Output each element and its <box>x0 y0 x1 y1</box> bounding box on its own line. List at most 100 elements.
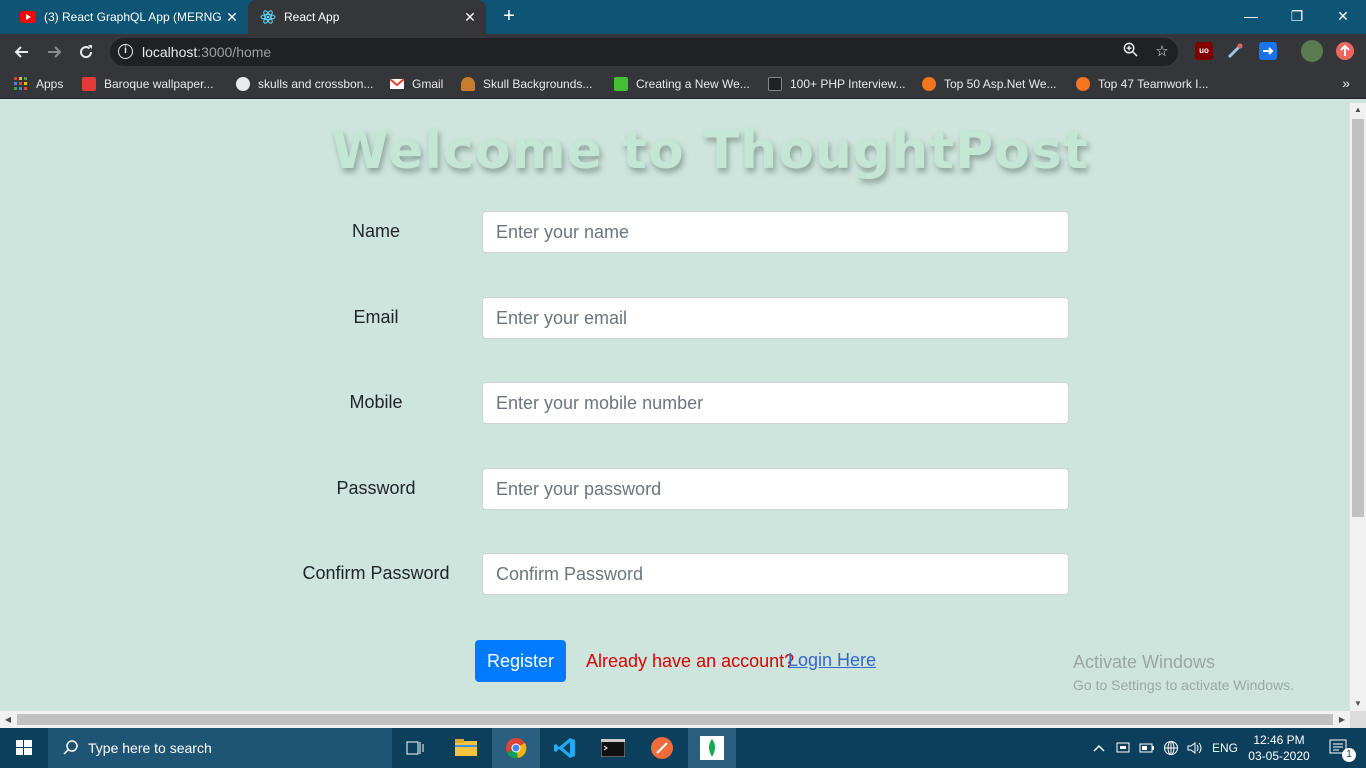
tab-youtube[interactable]: (3) React GraphQL App (MERNG) ✕ <box>0 0 248 34</box>
bookmark-label: Gmail <box>412 77 444 91</box>
volume-icon[interactable] <box>1186 728 1204 768</box>
start-button[interactable] <box>0 728 48 768</box>
watermark-title: Activate Windows <box>1073 652 1216 672</box>
scrollbar-corner <box>1350 711 1366 728</box>
horizontal-scrollbar[interactable]: ◀ ▶ <box>0 711 1350 728</box>
login-link[interactable]: Login Here <box>788 650 876 671</box>
email-input[interactable] <box>482 297 1069 339</box>
already-account-text: Already have an account? <box>586 651 795 671</box>
reload-icon[interactable] <box>73 39 99 65</box>
bookmark-label: Top 47 Teamwork I... <box>1098 77 1209 91</box>
scroll-up-icon[interactable]: ▲ <box>1350 103 1366 117</box>
activate-windows-watermark: Activate Windows Go to Settings to activ… <box>1073 652 1294 693</box>
bookmarks-overflow-icon[interactable]: » <box>1342 75 1350 91</box>
cart-icon <box>82 77 96 91</box>
postman-taskbar-icon[interactable] <box>638 728 686 768</box>
clock-time: 12:46 PM <box>1253 733 1305 747</box>
network-icon[interactable] <box>1162 728 1180 768</box>
colorpicker-icon[interactable] <box>1226 42 1244 60</box>
tab-title: (3) React GraphQL App (MERNG) <box>44 10 222 24</box>
language-indicator[interactable]: ENG <box>1210 728 1240 768</box>
vertical-scrollbar[interactable]: ▲ ▼ <box>1350 103 1366 711</box>
bookmark-gmail[interactable]: Gmail <box>390 75 443 93</box>
taskbar-search-box[interactable]: Type here to search <box>48 728 392 768</box>
ublock-icon[interactable]: uo <box>1195 42 1213 60</box>
task-view-icon[interactable] <box>392 728 440 768</box>
bookmark-aspnet[interactable]: Top 50 Asp.Net We... <box>922 75 1057 93</box>
restore-button[interactable]: ❐ <box>1274 0 1320 34</box>
g-icon <box>922 77 936 91</box>
tab-close-icon[interactable]: ✕ <box>222 9 242 26</box>
taskbar-clock[interactable]: 12:46 PM 03-05-2020 <box>1244 732 1314 764</box>
bookmark-label: 100+ PHP Interview... <box>790 77 906 91</box>
name-input[interactable] <box>482 211 1069 253</box>
page-content: Welcome to ThoughtPost Name Email Mobile… <box>0 103 1350 711</box>
page-title: Welcome to ThoughtPost <box>331 121 1089 181</box>
bookmark-label: Apps <box>36 77 64 91</box>
name-label: Name <box>351 221 400 241</box>
extension-icon[interactable] <box>1259 42 1277 60</box>
zoom-icon[interactable] <box>1120 42 1140 62</box>
back-arrow-icon[interactable] <box>9 39 35 65</box>
password-input[interactable] <box>482 468 1069 510</box>
bookmark-skulls[interactable]: skulls and crossbon... <box>236 75 373 93</box>
scroll-left-icon[interactable]: ◀ <box>0 711 16 728</box>
bookmark-star-icon[interactable]: ☆ <box>1152 42 1172 62</box>
notifications-icon[interactable]: 1 <box>1322 728 1358 768</box>
terminal-taskbar-icon[interactable] <box>589 728 637 768</box>
vscode-taskbar-icon[interactable] <box>541 728 589 768</box>
scroll-right-icon[interactable]: ▶ <box>1334 711 1350 728</box>
confirm-password-row: Confirm Password <box>0 553 1350 595</box>
minimize-button[interactable]: — <box>1228 0 1274 34</box>
new-tab-button[interactable]: + <box>498 5 520 27</box>
url-text: localhost:3000/home <box>142 44 272 60</box>
confirm-password-input[interactable] <box>482 553 1069 595</box>
tab-close-icon[interactable]: ✕ <box>460 9 480 26</box>
mobile-input[interactable] <box>482 382 1069 424</box>
gmail-icon <box>390 78 404 89</box>
horizontal-scroll-thumb[interactable] <box>17 714 1333 725</box>
tab-react-app[interactable]: React App ✕ <box>248 0 486 34</box>
bookmark-apps[interactable]: Apps <box>14 75 63 93</box>
mobile-label: Mobile <box>349 392 403 412</box>
apps-grid-icon <box>14 77 27 90</box>
site-icon <box>614 77 628 91</box>
bookmark-teamwork[interactable]: Top 47 Teamwork I... <box>1076 75 1209 93</box>
vertical-scroll-thumb[interactable] <box>1352 119 1364 517</box>
update-icon[interactable] <box>1336 42 1354 60</box>
globe-icon <box>236 77 250 91</box>
bookmark-creating[interactable]: Creating a New We... <box>614 75 750 93</box>
bookmark-label: Baroque wallpaper... <box>104 77 214 91</box>
g-icon <box>1076 77 1090 91</box>
email-row: Email <box>0 297 1350 339</box>
show-hidden-icons-icon[interactable] <box>1090 728 1108 768</box>
code-icon <box>768 77 782 91</box>
chrome-taskbar-icon[interactable] <box>492 728 540 768</box>
browser-toolbar: i localhost:3000/home ☆ uo <box>0 34 1366 69</box>
battery-icon[interactable] <box>1138 728 1156 768</box>
address-bar[interactable]: i localhost:3000/home ☆ <box>110 38 1178 66</box>
password-row: Password <box>0 468 1350 510</box>
profile-avatar[interactable] <box>1301 40 1323 62</box>
bookmark-label: Creating a New We... <box>636 77 750 91</box>
tab-title: React App <box>284 10 340 24</box>
forward-arrow-icon[interactable] <box>41 39 67 65</box>
bookmarks-bar: Apps Baroque wallpaper... skulls and cro… <box>0 69 1366 99</box>
bookmark-baroque[interactable]: Baroque wallpaper... <box>82 75 213 93</box>
tab-strip: (3) React GraphQL App (MERNG) ✕ React Ap… <box>0 0 1366 34</box>
clock-date: 03-05-2020 <box>1248 749 1310 763</box>
mongodb-taskbar-icon[interactable] <box>688 728 736 768</box>
notification-badge: 1 <box>1342 748 1356 762</box>
bookmark-skull-backgrounds[interactable]: Skull Backgrounds... <box>461 75 592 93</box>
watermark-subtitle: Go to Settings to activate Windows. <box>1073 677 1294 693</box>
bookmark-label: Top 50 Asp.Net We... <box>944 77 1057 91</box>
mobile-row: Mobile <box>0 382 1350 424</box>
site-info-icon[interactable]: i <box>118 44 133 59</box>
scroll-down-icon[interactable]: ▼ <box>1350 697 1366 711</box>
windows-taskbar: Type here to search ENG 12:46 PM 03-05-2… <box>0 728 1366 768</box>
bookmark-php[interactable]: 100+ PHP Interview... <box>768 75 906 93</box>
register-button[interactable]: Register <box>475 640 566 682</box>
file-explorer-icon[interactable] <box>442 728 490 768</box>
close-window-button[interactable]: ✕ <box>1320 0 1366 34</box>
device-icon[interactable] <box>1114 728 1132 768</box>
